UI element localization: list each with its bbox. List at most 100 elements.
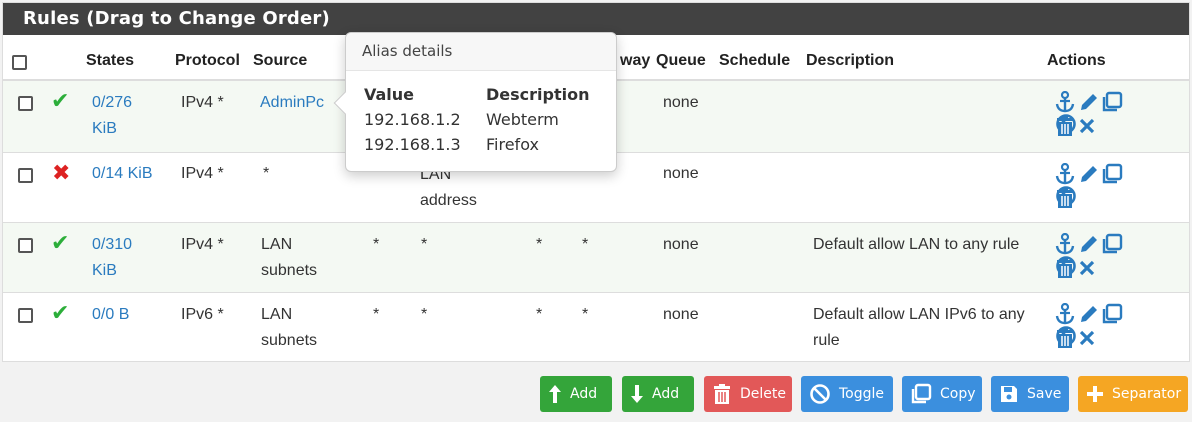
delete-label: Delete (740, 386, 786, 402)
col-schedule[interactable]: Schedule (719, 52, 790, 70)
check-icon[interactable]: ✔ (51, 302, 69, 324)
popover-title: Alias details (346, 33, 616, 71)
row-checkbox[interactable] (18, 308, 33, 323)
anchor-icon[interactable] (1055, 163, 1075, 185)
row-checkbox[interactable] (18, 96, 33, 111)
alias-description: Webterm (486, 110, 559, 129)
destination-cell: * (421, 306, 428, 323)
save-button[interactable]: Save (991, 376, 1069, 412)
alias-entry: 192.168.1.3 Firefox (364, 135, 589, 160)
x-icon[interactable]: ✖ (52, 162, 70, 184)
copy-icon (911, 383, 932, 404)
arrow-up-icon (549, 385, 561, 403)
add-bottom-label: Add (652, 386, 680, 402)
trash-icon[interactable] (1055, 327, 1075, 349)
copy-button[interactable]: Copy (902, 376, 982, 412)
row-actions (1055, 233, 1145, 281)
alias-details-popover: Alias details Value Description 192.168.1… (333, 32, 617, 172)
copy-icon[interactable] (1101, 163, 1123, 185)
trash-icon[interactable] (1055, 187, 1075, 209)
queue-cell: none (663, 306, 699, 323)
gateway-cell: * (582, 236, 589, 253)
trash-icon (714, 384, 730, 404)
col-states[interactable]: States (86, 52, 134, 70)
delete-button[interactable]: Delete (704, 376, 792, 412)
dport-cell: * (536, 236, 543, 253)
delete-x-icon[interactable] (1078, 115, 1096, 137)
alias-col-value: Value (364, 85, 415, 104)
protocol-cell: IPv6 * (181, 306, 224, 323)
panel-title: Rules (Drag to Change Order) (3, 3, 1189, 35)
source-cell: LAN subnets (261, 306, 318, 349)
row-checkbox[interactable] (18, 238, 33, 253)
check-icon[interactable]: ✔ (51, 90, 69, 112)
source-cell: * (263, 165, 270, 182)
check-icon[interactable]: ✔ (51, 232, 69, 254)
copy-label: Copy (940, 386, 976, 402)
toggle-button[interactable]: Toggle (801, 376, 893, 412)
alias-description: Firefox (486, 135, 539, 154)
pencil-icon[interactable] (1078, 233, 1098, 255)
row-actions (1055, 303, 1145, 351)
alias-col-description: Description (486, 85, 590, 104)
port-cell: * (373, 306, 380, 323)
plus-icon (1087, 386, 1103, 402)
alias-value: 192.168.1.2 (364, 110, 461, 129)
states-link[interactable]: 0/14 KiB (92, 161, 152, 187)
gateway-cell: * (582, 306, 589, 323)
protocol-cell: IPv4 * (181, 165, 224, 182)
pencil-icon[interactable] (1078, 91, 1098, 113)
port-cell: * (373, 236, 380, 253)
separator-button[interactable]: Separator (1078, 376, 1188, 412)
copy-icon[interactable] (1101, 233, 1123, 255)
col-gateway[interactable]: way (620, 52, 650, 70)
toggle-label: Toggle (839, 386, 885, 402)
col-description[interactable]: Description (806, 52, 894, 70)
states-link[interactable]: 0/0 B (92, 302, 129, 328)
separator-label: Separator (1112, 386, 1182, 402)
row-actions (1055, 163, 1145, 211)
queue-cell: none (663, 165, 699, 182)
disable-icon (810, 384, 830, 404)
anchor-icon[interactable] (1055, 303, 1075, 325)
delete-x-icon[interactable] (1078, 327, 1096, 349)
dport-cell: * (536, 306, 543, 323)
row-checkbox[interactable] (18, 168, 33, 183)
save-label: Save (1027, 386, 1062, 402)
col-source[interactable]: Source (253, 52, 307, 70)
states-link[interactable]: 0/276 KiB (92, 90, 152, 142)
row-actions (1055, 91, 1145, 139)
add-top-button[interactable]: Add (540, 376, 612, 412)
states-link[interactable]: 0/310 KiB (92, 232, 152, 284)
col-queue[interactable]: Queue (656, 52, 706, 70)
description-cell: Default allow LAN IPv6 to any rule (813, 306, 1025, 349)
protocol-cell: IPv4 * (181, 236, 224, 253)
anchor-icon[interactable] (1055, 233, 1075, 255)
table-row[interactable]: ✔ 0/310 KiB IPv4 * LAN subnets * * * * n… (3, 223, 1189, 293)
trash-icon[interactable] (1055, 257, 1075, 279)
trash-icon[interactable] (1055, 115, 1075, 137)
protocol-cell: IPv4 * (181, 94, 224, 111)
alias-table: Value Description 192.168.1.2 Webterm 192.… (364, 85, 589, 160)
select-all-checkbox[interactable] (12, 55, 27, 70)
anchor-icon[interactable] (1055, 91, 1075, 113)
pencil-icon[interactable] (1078, 163, 1098, 185)
alias-entry: 192.168.1.2 Webterm (364, 110, 589, 135)
col-actions: Actions (1047, 52, 1106, 69)
col-protocol[interactable]: Protocol (175, 52, 240, 70)
source-alias-link[interactable]: AdminPc (260, 90, 324, 116)
add-bottom-button[interactable]: Add (622, 376, 694, 412)
alias-value: 192.168.1.3 (364, 135, 461, 154)
copy-icon[interactable] (1101, 303, 1123, 325)
description-cell: Default allow LAN to any rule (813, 236, 1020, 253)
copy-icon[interactable] (1101, 91, 1123, 113)
pencil-icon[interactable] (1078, 303, 1098, 325)
destination-cell: * (421, 236, 428, 253)
add-top-label: Add (570, 386, 598, 402)
arrow-down-icon (631, 385, 643, 403)
queue-cell: none (663, 94, 699, 111)
save-icon (1001, 386, 1017, 402)
table-row[interactable]: ✔ 0/0 B IPv6 * LAN subnets * * * * none … (3, 293, 1189, 363)
delete-x-icon[interactable] (1078, 257, 1096, 279)
queue-cell: none (663, 236, 699, 253)
